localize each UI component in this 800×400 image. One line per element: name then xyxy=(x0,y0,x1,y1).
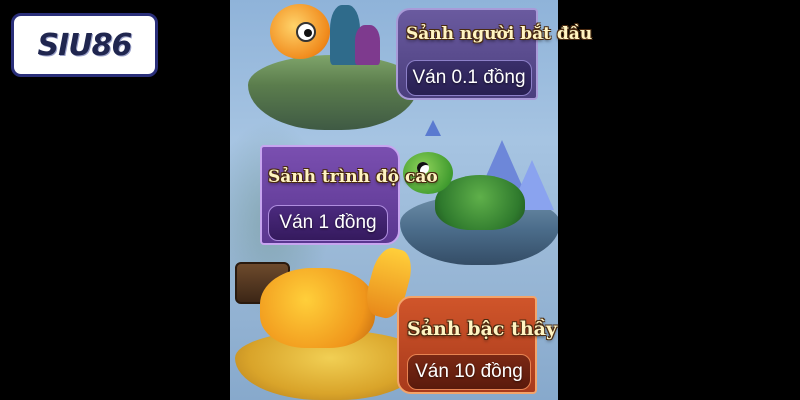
lobby-master-button[interactable]: Sảnh bậc thầy Ván 10 đồng xyxy=(397,296,557,394)
crystal-decoration xyxy=(425,120,441,136)
logo-text: SIU86 xyxy=(37,27,133,63)
siu86-logo: SIU86 xyxy=(11,13,158,77)
lobby-advanced-button[interactable]: Sảnh trình độ cao Ván 1 đồng xyxy=(260,145,438,245)
lobby-title: Sảnh trình độ cao xyxy=(268,167,438,187)
lobby-stake: Ván 1 đồng xyxy=(268,205,388,241)
lobby-title: Sảnh người bắt đầu xyxy=(406,24,593,44)
coral-decoration xyxy=(355,25,380,65)
lobby-stake: Ván 10 đồng xyxy=(407,354,531,390)
lobby-beginner-button[interactable]: Sảnh người bắt đầu Ván 0.1 đồng xyxy=(396,8,592,100)
lobby-title: Sảnh bậc thầy xyxy=(407,318,557,340)
beginner-island xyxy=(248,55,418,130)
lobby-stake: Ván 0.1 đồng xyxy=(406,60,532,96)
goldfish-mascot xyxy=(270,4,330,59)
crocodile-mascot xyxy=(260,268,375,348)
